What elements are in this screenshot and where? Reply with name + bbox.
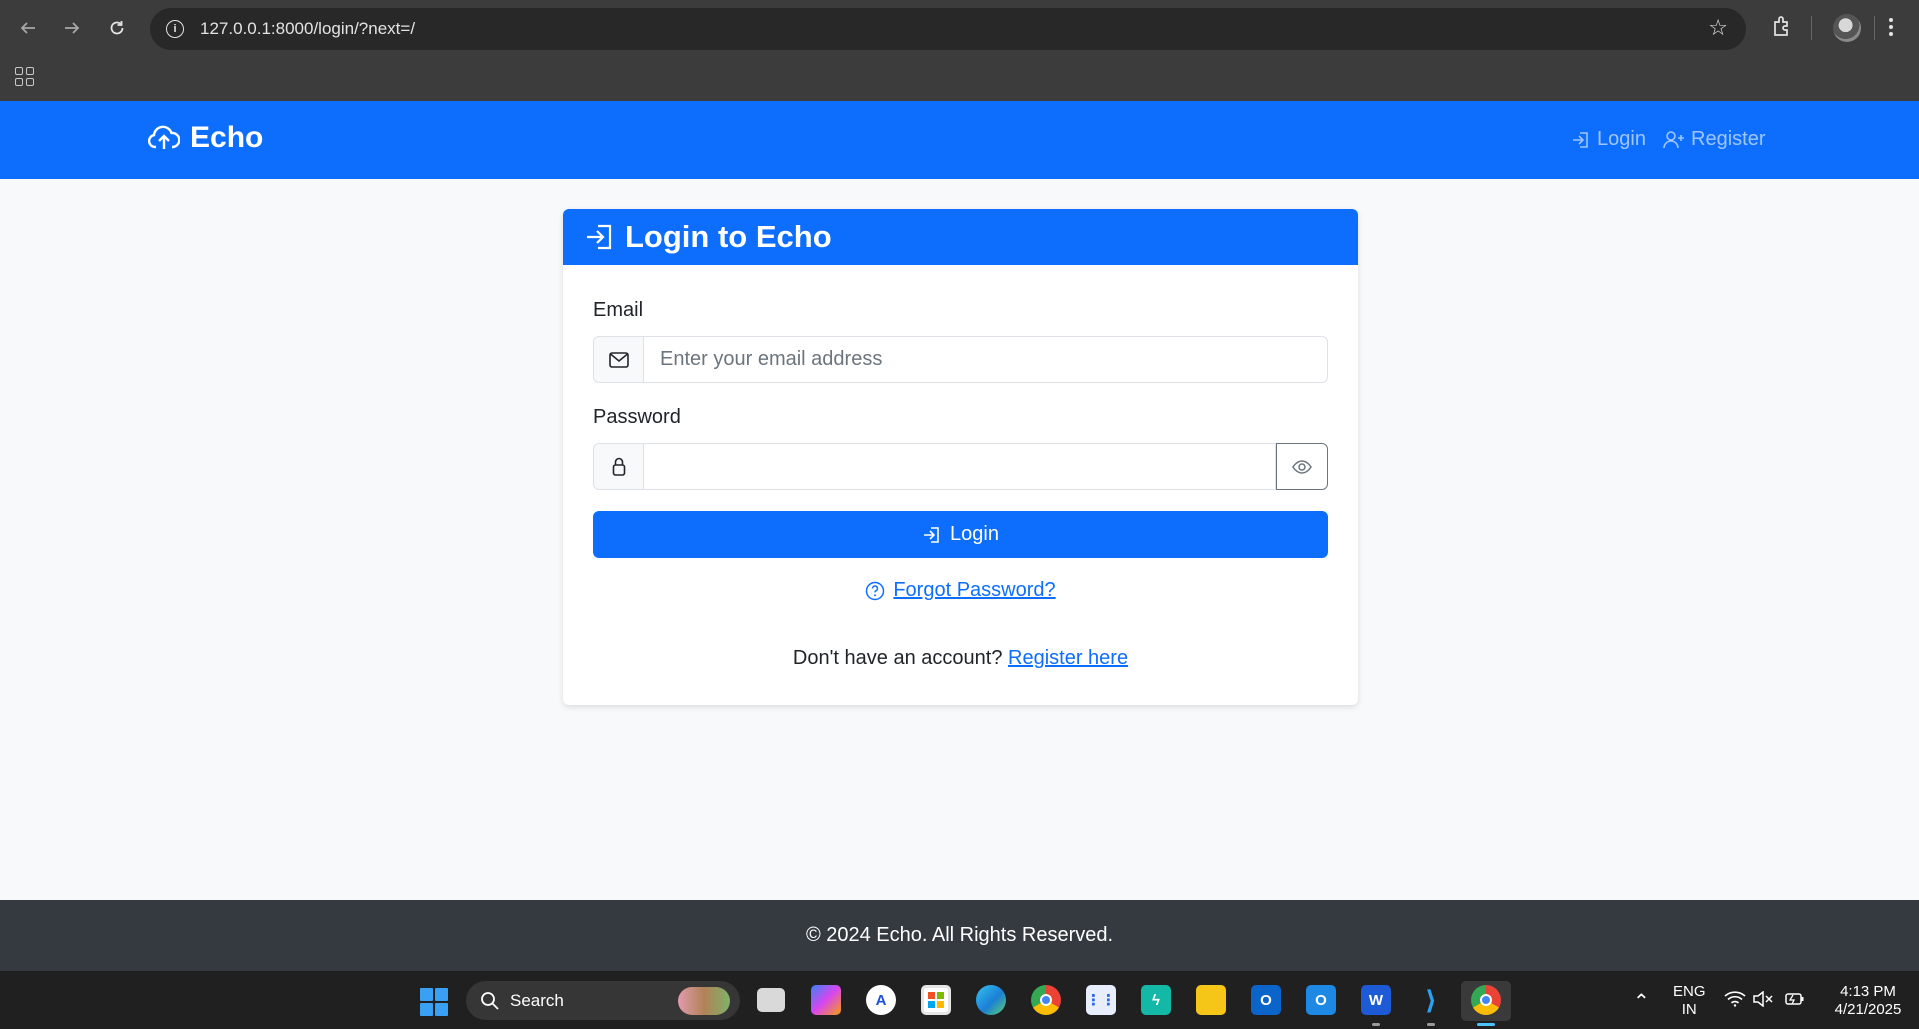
- forgot-password-row: Forgot Password?: [563, 579, 1358, 602]
- login-icon: [587, 224, 612, 250]
- clock-time: 4:13 PM: [1840, 983, 1896, 1000]
- vscode-icon[interactable]: ⟩: [1416, 985, 1446, 1015]
- taskbar-search[interactable]: Search: [466, 981, 740, 1020]
- language-indicator[interactable]: ENG IN: [1673, 983, 1706, 1019]
- copilot-icon[interactable]: [811, 985, 841, 1015]
- chrome-icon[interactable]: [1031, 985, 1061, 1015]
- address-url: 127.0.0.1:8000/login/?next=/: [200, 19, 416, 38]
- windows-taskbar: Search A ⋮⋮ ϟ O O W ⟩ ⌃ ENG IN 4:13 PM 4…: [0, 971, 1919, 1029]
- outlook-classic-icon[interactable]: O: [1251, 985, 1281, 1015]
- language-region: IN: [1681, 1001, 1697, 1018]
- microsoft-store-icon[interactable]: [921, 985, 951, 1015]
- toolbar-divider: [1811, 16, 1812, 40]
- toolbar-divider: [1874, 16, 1875, 40]
- vscode-running-indicator: [1427, 1023, 1435, 1026]
- windows-start-icon[interactable]: [420, 988, 448, 1016]
- password-input-group: [593, 443, 1328, 490]
- nav-login-link[interactable]: Login: [1571, 128, 1646, 151]
- envelope-icon: [593, 336, 644, 383]
- browser-toolbar: i 127.0.0.1:8000/login/?next=/ ☆: [0, 0, 1919, 58]
- profile-avatar[interactable]: [1833, 14, 1861, 42]
- reload-icon[interactable]: [103, 14, 131, 42]
- search-icon: [481, 991, 499, 1010]
- extensions-icon[interactable]: [1771, 15, 1793, 44]
- bookmark-star-icon[interactable]: ☆: [1708, 17, 1728, 39]
- email-input-group: [593, 336, 1328, 383]
- clock[interactable]: 4:13 PM 4/21/2025: [1826, 983, 1910, 1019]
- apps-grid-launcher-icon[interactable]: ⋮⋮: [1086, 985, 1116, 1015]
- chrome-active-icon[interactable]: [1471, 985, 1501, 1015]
- copyright-text: © 2024 Echo. All Rights Reserved.: [805, 924, 1114, 946]
- lock-icon: [593, 443, 644, 490]
- password-input[interactable]: [644, 443, 1276, 490]
- email-input[interactable]: [644, 336, 1328, 383]
- eye-icon: [1292, 459, 1312, 474]
- register-here-link[interactable]: Register here: [1008, 647, 1128, 669]
- battery-charging-icon[interactable]: [1783, 991, 1805, 1012]
- page-footer: © 2024 Echo. All Rights Reserved.: [0, 900, 1919, 971]
- chevron-up-icon[interactable]: ⌃: [1633, 989, 1650, 1014]
- login-button-label: Login: [950, 523, 999, 545]
- card-title: Login to Echo: [625, 219, 832, 254]
- login-icon: [924, 526, 939, 543]
- word-running-indicator: [1372, 1023, 1380, 1026]
- back-arrow-icon[interactable]: [14, 14, 42, 42]
- power-automate-icon[interactable]: ϟ: [1141, 985, 1171, 1015]
- forgot-password-link[interactable]: Forgot Password?: [893, 579, 1055, 602]
- edge-icon[interactable]: [976, 985, 1006, 1015]
- register-prompt-text: Don't have an account?: [792, 647, 1003, 669]
- task-view-icon[interactable]: [757, 988, 785, 1012]
- chrome-active-indicator: [1477, 1023, 1495, 1026]
- app-navbar: Echo Login Register: [0, 101, 1919, 179]
- forward-arrow-icon[interactable]: [58, 14, 86, 42]
- brand-link[interactable]: Echo: [148, 121, 263, 155]
- site-info-icon[interactable]: i: [166, 20, 184, 38]
- card-header: Login to Echo: [563, 209, 1358, 265]
- file-explorer-icon[interactable]: [1196, 985, 1226, 1015]
- outlook-new-icon[interactable]: O: [1306, 985, 1336, 1015]
- language-code: ENG: [1673, 983, 1706, 1000]
- login-button[interactable]: Login: [593, 511, 1328, 558]
- nav-register-label: Register: [1691, 128, 1766, 150]
- register-prompt-row: Don't have an account? Register here: [563, 647, 1358, 670]
- app-store-icon[interactable]: A: [866, 985, 896, 1015]
- search-highlight-image: [678, 987, 730, 1015]
- password-label: Password: [593, 406, 681, 428]
- speaker-muted-icon[interactable]: [1752, 990, 1774, 1012]
- apps-grid-icon[interactable]: [15, 67, 34, 86]
- toggle-password-visibility-button[interactable]: [1276, 443, 1328, 490]
- person-add-icon: [1663, 130, 1684, 148]
- question-circle-icon: [866, 581, 885, 600]
- clock-date: 4/21/2025: [1834, 1001, 1902, 1018]
- login-icon: [1573, 131, 1588, 148]
- login-card: Login to Echo Email Password Login Forgo…: [563, 209, 1358, 705]
- bookmarks-bar: [0, 58, 1919, 101]
- wifi-icon[interactable]: [1724, 991, 1746, 1012]
- word-icon[interactable]: W: [1361, 985, 1391, 1015]
- cloud-upload-icon: [148, 125, 180, 149]
- nav-login-label: Login: [1597, 128, 1646, 150]
- taskbar-search-label: Search: [510, 990, 564, 1010]
- address-bar[interactable]: i 127.0.0.1:8000/login/?next=/ ☆: [150, 8, 1746, 50]
- nav-register-link[interactable]: Register: [1663, 128, 1765, 151]
- email-label: Email: [593, 299, 644, 321]
- brand-name: Echo: [190, 121, 264, 154]
- menu-kebab-icon[interactable]: [1888, 16, 1894, 43]
